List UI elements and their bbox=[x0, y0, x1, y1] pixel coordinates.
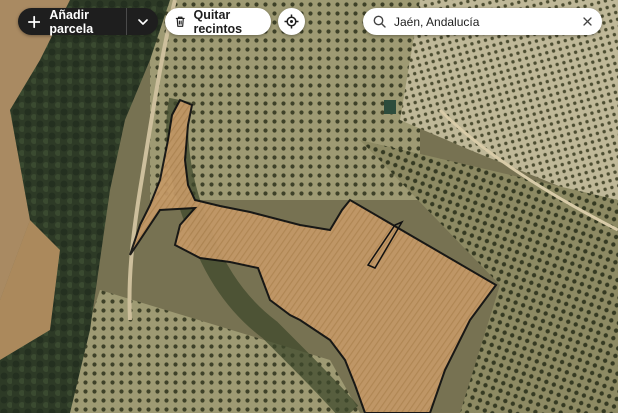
clear-search-button[interactable] bbox=[583, 17, 592, 26]
locate-icon bbox=[284, 14, 299, 29]
search-input[interactable] bbox=[394, 14, 583, 29]
add-parcel-button[interactable]: Añadir parcela bbox=[18, 7, 126, 36]
trash-icon bbox=[175, 16, 185, 27]
close-icon bbox=[583, 17, 592, 26]
locate-button[interactable] bbox=[278, 8, 305, 35]
water-pond bbox=[384, 100, 396, 114]
location-search-box bbox=[363, 8, 602, 35]
remove-enclosures-button[interactable]: Quitar recintos bbox=[165, 7, 271, 36]
plus-icon bbox=[28, 15, 41, 28]
satellite-map[interactable] bbox=[0, 0, 618, 413]
add-parcel-dropdown-button[interactable] bbox=[127, 8, 158, 35]
add-parcel-split-button: Añadir parcela bbox=[18, 7, 158, 36]
map-toolbar: Añadir parcela Quitar recintos bbox=[0, 0, 618, 44]
chevron-down-icon bbox=[137, 18, 148, 25]
remove-enclosures-label: Quitar recintos bbox=[193, 7, 243, 36]
search-icon bbox=[373, 15, 386, 28]
add-parcel-label: Añadir parcela bbox=[49, 7, 94, 36]
